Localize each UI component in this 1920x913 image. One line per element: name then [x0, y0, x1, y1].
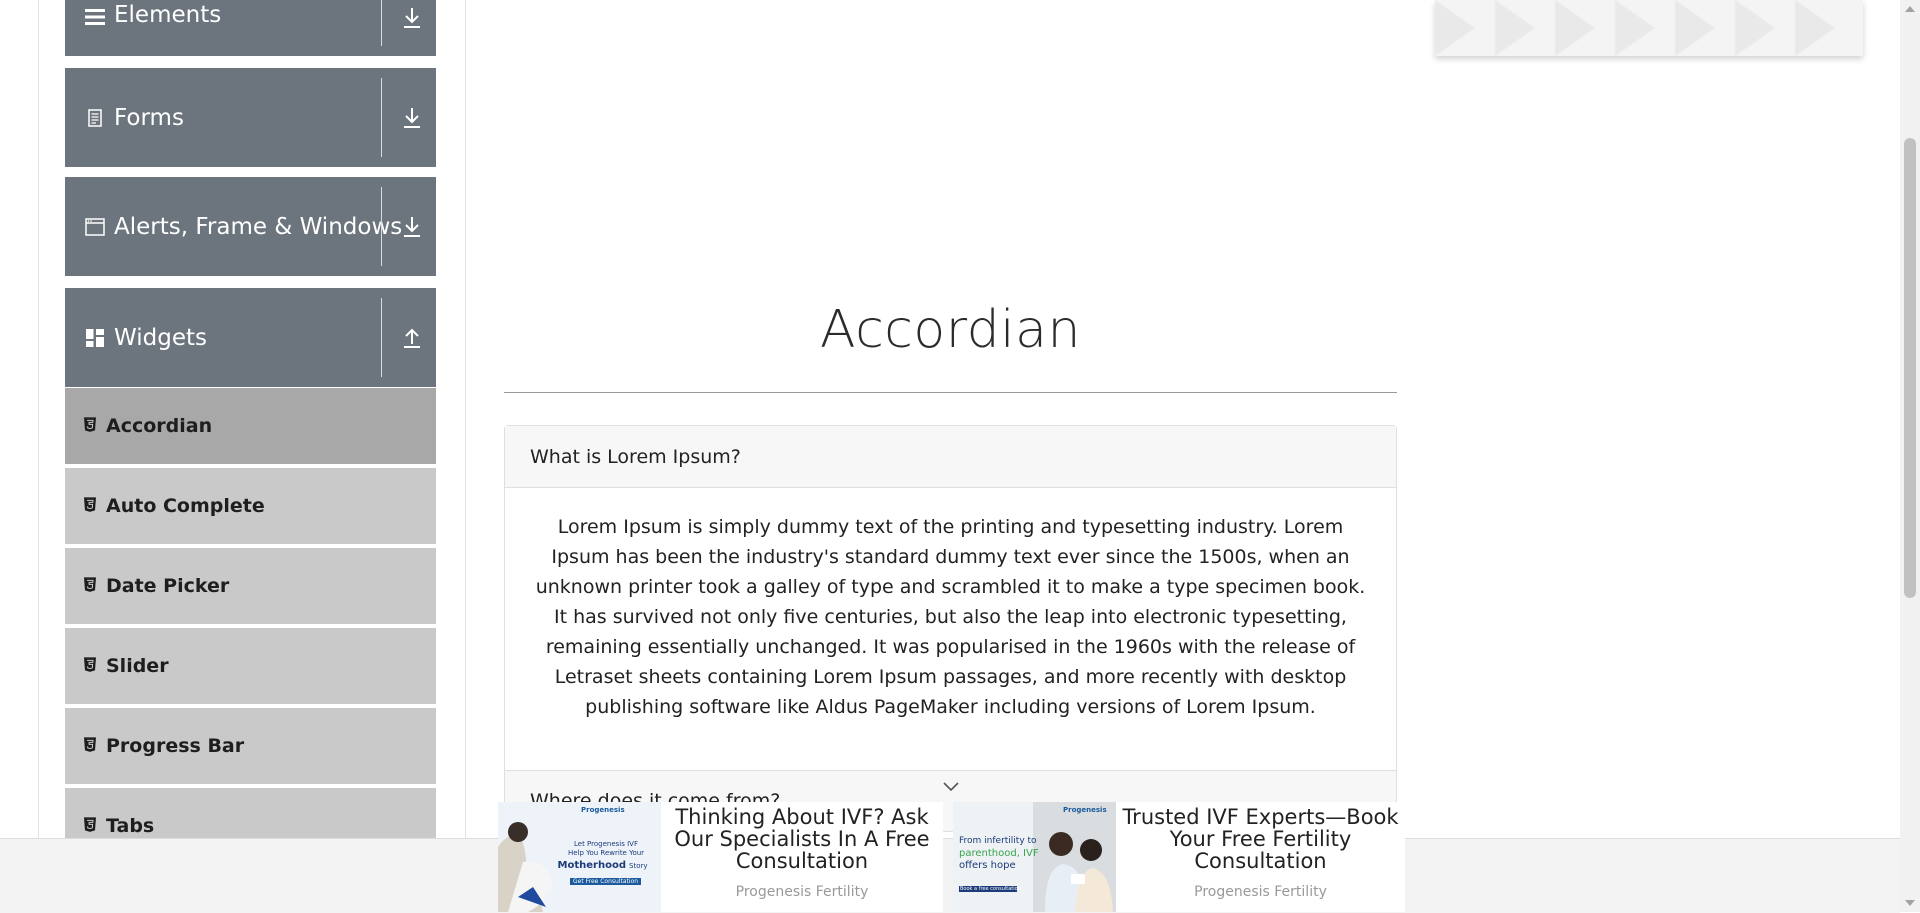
html5-icon: [84, 737, 96, 752]
html5-icon: [84, 577, 96, 592]
divider: [381, 187, 382, 266]
html5-icon: [84, 497, 96, 512]
divider: [381, 0, 382, 46]
sidebar-group-label: Elements: [114, 2, 222, 28]
ad-logo-text: Progenesis: [1063, 806, 1107, 814]
sidebar-item-label: Tabs: [106, 815, 155, 837]
html5-icon: [84, 417, 96, 432]
ad-image-line: parenthood, IVF: [959, 848, 1039, 859]
ad-image-line: offers hope: [959, 860, 1016, 871]
ad-image-line: Motherhood: [557, 860, 626, 871]
sidebar-item-label: Date Picker: [106, 575, 230, 597]
sidebar-group-label: Alerts, Frame & Windows: [114, 213, 403, 240]
page-title: Accordian: [820, 300, 1081, 360]
ad-image[interactable]: Progenesis From infertility to parenthoo…: [953, 802, 1116, 912]
accordion-header-what-is-lorem-ipsum[interactable]: What is Lorem Ipsum?: [505, 426, 1396, 488]
ad-image-line: Help You Rewrite Your: [567, 849, 645, 857]
document-icon: [85, 108, 105, 128]
divider: [381, 78, 382, 157]
page-scrollbar[interactable]: [1900, 0, 1920, 912]
scroll-up-icon[interactable]: [1905, 6, 1915, 12]
title-divider: [504, 392, 1397, 393]
ad-image-line: Story: [629, 862, 648, 870]
ad-image-line: From infertility to: [959, 836, 1037, 846]
sidebar-group-alerts-frame-windows[interactable]: Alerts, Frame & Windows: [65, 177, 436, 276]
download-icon[interactable]: [401, 5, 423, 31]
sidebar-item-label: Auto Complete: [106, 495, 265, 517]
accordion: What is Lorem Ipsum? Lorem Ipsum is simp…: [504, 425, 1397, 832]
ad-brand: Progenesis Fertility: [1194, 884, 1327, 900]
upload-icon[interactable]: [401, 325, 423, 351]
sidebar-item-label: Accordian: [106, 415, 213, 437]
sidebar-item-progress-bar[interactable]: Progress Bar: [65, 708, 436, 786]
sidebar-item-accordian[interactable]: Accordian: [65, 388, 436, 466]
sidebar-item-auto-complete[interactable]: Auto Complete: [65, 468, 436, 546]
sidebar-group-forms[interactable]: Forms: [65, 68, 436, 167]
ad-footer-bar: [0, 838, 1900, 913]
sidebar-item-label: Slider: [106, 655, 169, 677]
download-icon[interactable]: [401, 105, 423, 131]
ad-logo-text: Progenesis: [581, 806, 625, 814]
chevron-down-icon: [943, 782, 959, 792]
ad-card[interactable]: Progenesis Let Progenesis IVF Help You R…: [498, 802, 943, 912]
sidebar-item-label: Progress Bar: [106, 735, 245, 757]
html5-icon: [84, 817, 96, 832]
ad-headline[interactable]: Thinking About IVF? Ask Our Specialists …: [661, 806, 943, 872]
ad-text: Trusted IVF Experts—Book Your Free Ferti…: [1116, 802, 1405, 912]
sidebar-group-elements[interactable]: Elements: [65, 0, 436, 56]
ad-image-cta: Get Free Consultation: [570, 878, 642, 885]
scroll-down-icon[interactable]: [1905, 900, 1915, 906]
ad-card[interactable]: Progenesis From infertility to parenthoo…: [953, 802, 1405, 912]
window-icon: [85, 217, 105, 237]
ad-image-cta: Book a free consultation: [960, 886, 1021, 892]
divider: [381, 298, 382, 377]
sidebar-frame-right: [465, 0, 466, 838]
widgets-icon: [85, 328, 105, 348]
html5-icon: [84, 657, 96, 672]
sidebar-group-label: Widgets: [114, 324, 207, 351]
ad-headline[interactable]: Trusted IVF Experts—Book Your Free Ferti…: [1116, 806, 1405, 872]
sidebar-item-date-picker[interactable]: Date Picker: [65, 548, 436, 626]
download-icon[interactable]: [401, 214, 423, 240]
accordion-body: Lorem Ipsum is simply dummy text of the …: [505, 488, 1396, 770]
sidebar-group-label: Forms: [114, 104, 184, 131]
sidebar-group-widgets[interactable]: Widgets: [65, 288, 436, 387]
ad-text: Thinking About IVF? Ask Our Specialists …: [661, 802, 943, 912]
scrollbar-thumb[interactable]: [1904, 138, 1916, 598]
ad-image-line: Let Progenesis IVF: [574, 840, 638, 848]
decorative-banner: [1435, 0, 1863, 56]
ad-brand: Progenesis Fertility: [735, 884, 869, 900]
ad-image[interactable]: Progenesis Let Progenesis IVF Help You R…: [498, 802, 661, 912]
list-icon: [85, 7, 105, 27]
sidebar-frame-left: [38, 0, 39, 838]
sidebar-item-slider[interactable]: Slider: [65, 628, 436, 706]
